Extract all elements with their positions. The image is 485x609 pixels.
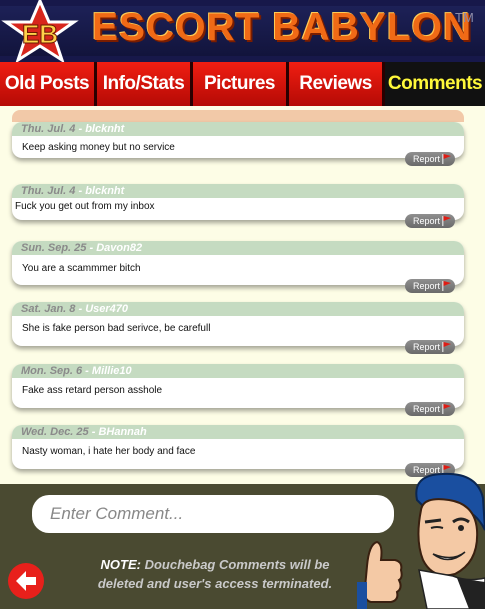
comment-card: Mon. Sep. 6 - Millie10 Fake ass retard p… [12,364,464,416]
comment-dash: - [75,185,86,197]
report-button[interactable]: Report [405,214,455,228]
comment-text: Nasty woman, i hate her body and face [22,446,196,457]
comment-user[interactable]: BHannah [98,426,146,438]
comment-card: Thu. Jul. 4 - blcknht Fuck you get out f… [12,184,464,228]
note-line-2: deleted and user's access terminated. [97,576,333,591]
comment-card: Wed. Dec. 25 - BHannah Nasty woman, i ha… [12,425,464,477]
tab-comments[interactable]: Comments [385,62,485,106]
comment-dash: - [82,365,92,377]
comment-header: Wed. Dec. 25 - BHannah [12,425,464,439]
report-flag-icon [442,154,451,164]
comment-card: Sun. Sep. 25 - Davon82 You are a scammme… [12,241,464,293]
comment-header: Mon. Sep. 6 - Millie10 [12,364,464,378]
report-button[interactable]: Report [405,402,455,416]
comment-date: Thu. Jul. 4 [21,185,76,197]
winking-mascot-thumbs-up [357,472,485,609]
report-flag-icon [442,216,451,226]
trademark: TM [455,10,474,25]
comment-text: Fake ass retard person asshole [22,385,163,396]
comment-dash: - [88,426,99,438]
comment-date: Mon. Sep. 6 [21,365,83,377]
app-header: EB ESCORT BABYLON TM [0,0,485,62]
brand-title: ESCORT BABYLON [92,6,473,49]
eb-star-logo-icon[interactable]: EB [0,0,80,62]
comment-dash: - [75,123,86,135]
logo-text: EB [22,19,58,49]
tab-pictures[interactable]: Pictures [193,62,289,106]
report-button[interactable]: Report [405,340,455,354]
comment-header: Thu. Jul. 4 - blcknht [12,122,464,136]
comment-header: Thu. Jul. 4 - blcknht [12,184,464,198]
report-label: Report [413,404,441,414]
comment-header: Sun. Sep. 25 - Davon82 [12,241,464,255]
report-flag-icon [442,342,451,352]
comment-user[interactable]: Davon82 [96,242,142,254]
comment-date: Wed. Dec. 25 [21,426,89,438]
report-button[interactable]: Report [405,152,455,166]
comment-card: Thu. Jul. 4 - blcknht Keep asking money … [12,122,464,166]
nav-tabs: Old Posts Info/Stats Pictures Reviews Co… [0,62,485,106]
report-label: Report [413,216,441,226]
comment-date: Sun. Sep. 25 [21,242,87,254]
comment-user[interactable]: User470 [85,303,128,315]
comment-text: Keep asking money but no service [22,142,175,153]
tab-old-posts[interactable]: Old Posts [0,62,97,106]
comment-user[interactable]: Millie10 [92,365,132,377]
report-label: Report [413,281,441,291]
report-flag-icon [442,404,451,414]
comment-text: Fuck you get out from my inbox [15,201,155,212]
comment-text: You are a scammmer bitch [22,263,141,274]
tab-reviews[interactable]: Reviews [289,62,385,106]
comment-input[interactable]: Enter Comment... [32,495,394,533]
comment-dash: - [86,242,97,254]
report-label: Report [413,154,441,164]
comment-user[interactable]: blcknht [85,185,124,197]
comment-date: Thu. Jul. 4 [21,123,76,135]
comment-card: Sat. Jan. 8 - User470 She is fake person… [12,302,464,354]
back-arrow-icon[interactable] [8,563,44,599]
moderation-note: NOTE: Douchebag Comments will be deleted … [70,555,360,593]
note-line-1: Douchebag Comments will be [144,557,330,572]
comment-dash: - [75,303,86,315]
report-flag-icon [442,281,451,291]
comment-date: Sat. Jan. 8 [21,303,76,315]
report-button[interactable]: Report [405,279,455,293]
note-label: NOTE: [100,557,141,572]
comment-text: She is fake person bad serivce, be caref… [22,323,211,334]
comment-user[interactable]: blcknht [85,123,124,135]
tab-info-stats[interactable]: Info/Stats [97,62,193,106]
list-top-bar [12,110,464,122]
comment-header: Sat. Jan. 8 - User470 [12,302,464,316]
report-label: Report [413,342,441,352]
